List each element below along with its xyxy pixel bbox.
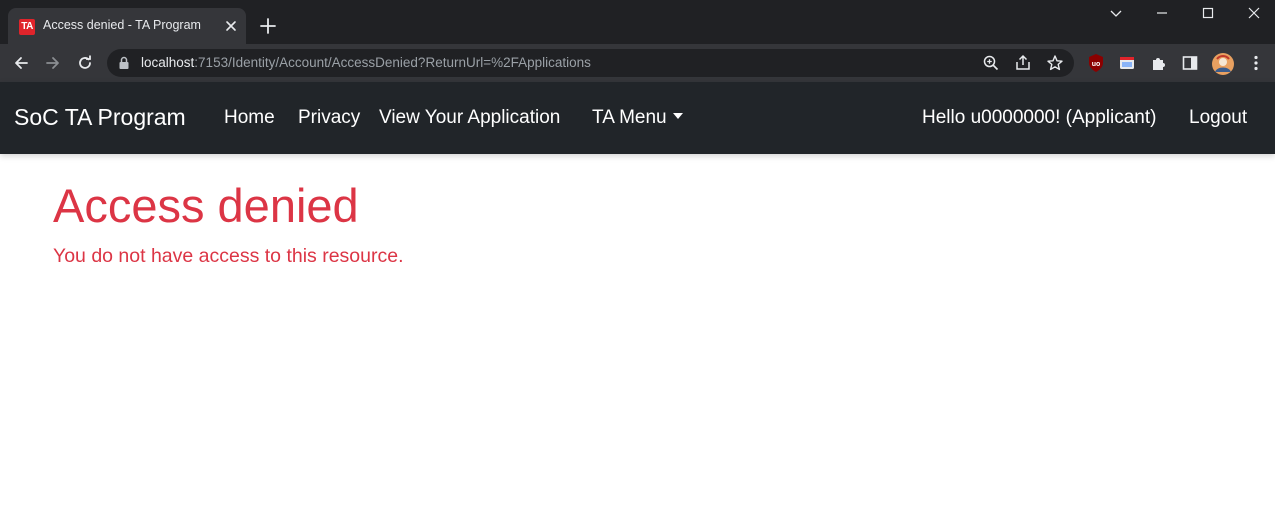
tab-close-icon[interactable]: [222, 17, 240, 35]
window-close-icon[interactable]: [1231, 0, 1275, 30]
bookmark-star-icon[interactable]: [1046, 54, 1064, 72]
browser-toolbar: localhost:7153/Identity/Account/AccessDe…: [0, 44, 1275, 82]
brand-link[interactable]: SoC TA Program: [14, 104, 186, 131]
lock-icon: [119, 56, 129, 69]
tab-title: Access denied - TA Program: [43, 18, 201, 32]
nav-home-link[interactable]: Home: [224, 107, 275, 129]
caret-down-icon: [672, 113, 683, 119]
page-title: Access denied: [53, 179, 359, 232]
url-text: localhost:7153/Identity/Account/AccessDe…: [141, 55, 591, 70]
extensions-puzzle-icon[interactable]: [1149, 53, 1169, 73]
profile-avatar-icon[interactable]: [1212, 53, 1234, 75]
access-denied-message: You do not have access to this resource.: [53, 245, 404, 267]
ta-favicon-icon: TA: [19, 19, 35, 35]
tab-search-chevron-icon[interactable]: [1093, 0, 1139, 30]
ublock-extension-icon[interactable]: uo: [1086, 53, 1106, 73]
new-tab-plus-icon[interactable]: [256, 14, 280, 38]
window-extension-icon[interactable]: [1117, 53, 1137, 73]
browser-tabstrip: TA Access denied - TA Program: [0, 0, 1275, 44]
nav-ta-menu-dropdown[interactable]: TA Menu: [592, 107, 683, 129]
url-path: :7153/Identity/Account/AccessDenied?Retu…: [194, 55, 591, 70]
reload-icon[interactable]: [72, 50, 98, 76]
maximize-icon[interactable]: [1185, 0, 1231, 30]
minimize-icon[interactable]: [1139, 0, 1185, 30]
nav-view-application-link[interactable]: View Your Application: [379, 107, 560, 129]
zoom-icon[interactable]: [982, 54, 1000, 72]
back-arrow-icon[interactable]: [8, 50, 34, 76]
browser-tab[interactable]: TA Access denied - TA Program: [8, 8, 246, 44]
user-greeting-link[interactable]: Hello u0000000! (Applicant): [922, 107, 1157, 129]
logout-link[interactable]: Logout: [1189, 107, 1247, 129]
site-navbar: SoC TA Program Home Privacy View Your Ap…: [0, 82, 1275, 154]
address-bar[interactable]: localhost:7153/Identity/Account/AccessDe…: [107, 49, 1074, 77]
side-panel-icon[interactable]: [1180, 53, 1200, 73]
forward-arrow-icon[interactable]: [40, 50, 66, 76]
url-host: localhost: [141, 55, 195, 70]
browser-menu-icon[interactable]: [1246, 53, 1266, 73]
ta-menu-label: TA Menu: [592, 107, 667, 128]
share-icon[interactable]: [1014, 54, 1032, 72]
svg-text:uo: uo: [1092, 61, 1101, 68]
nav-privacy-link[interactable]: Privacy: [298, 107, 360, 129]
